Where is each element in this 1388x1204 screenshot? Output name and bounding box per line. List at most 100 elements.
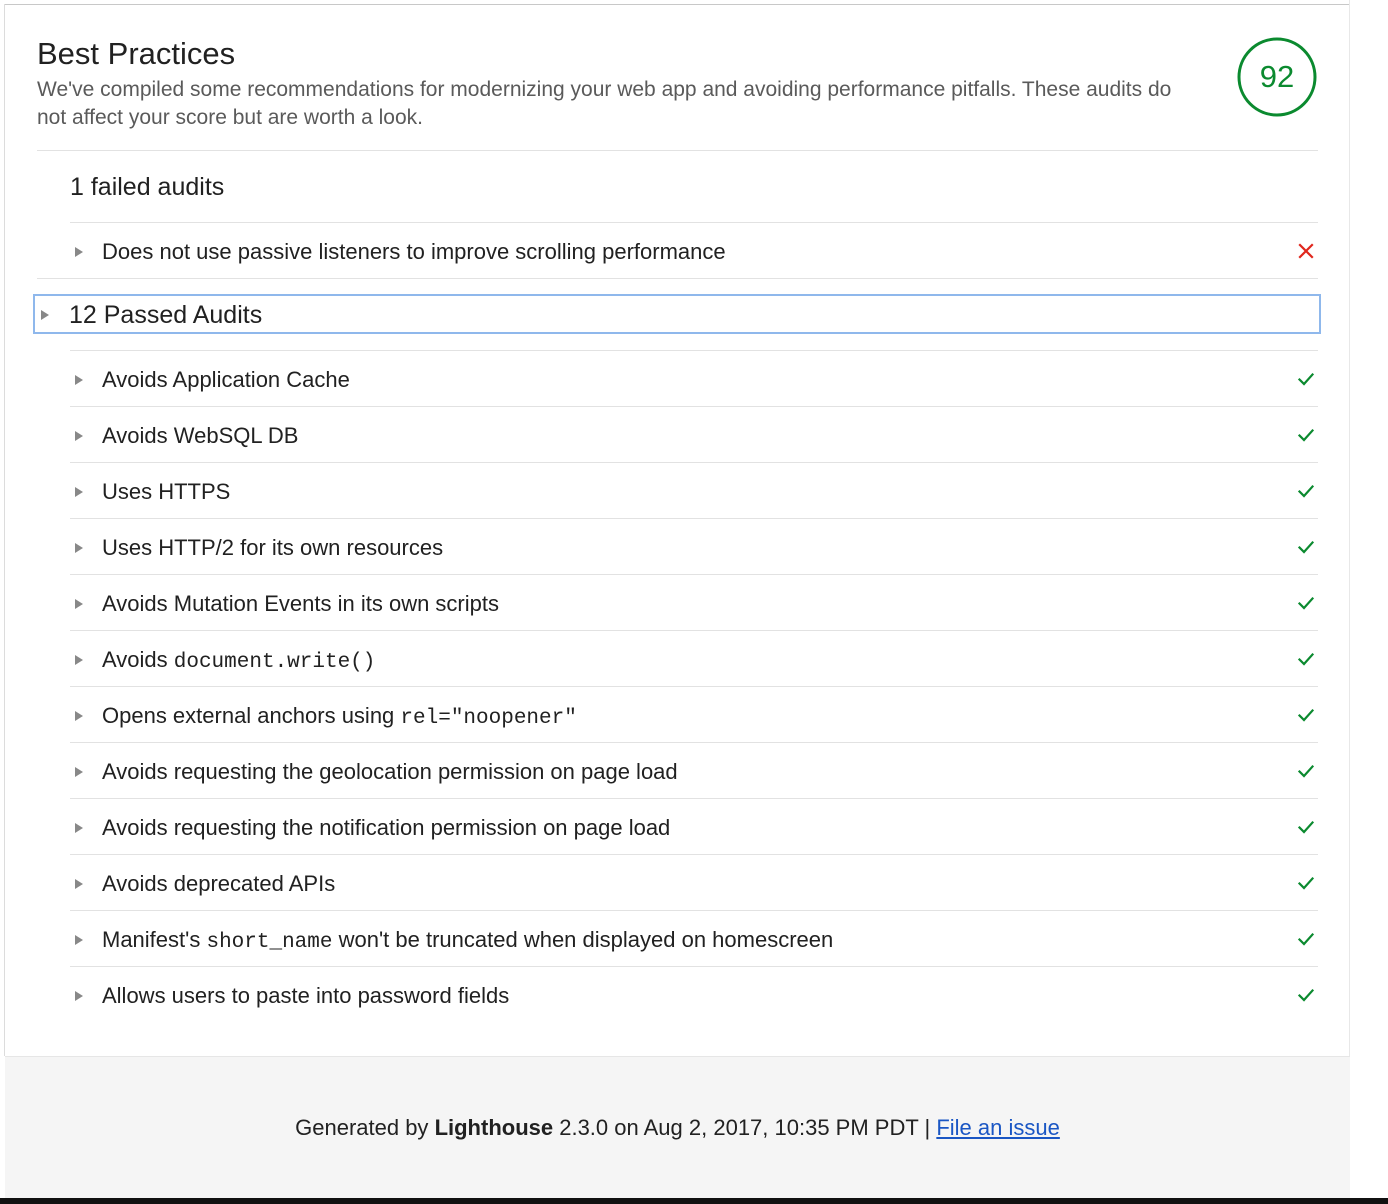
audit-title: Allows users to paste into password fiel… [102,968,509,1024]
audit-title-text: won't be truncated when displayed on hom… [332,927,834,952]
passed-audit-row[interactable]: Avoids Application Cache [70,352,1318,408]
passed-audit-row[interactable]: Avoids requesting the notification permi… [70,800,1318,856]
audit-title-text: Manifest's [102,927,207,952]
passed-audit-row[interactable]: Avoids requesting the geolocation permis… [70,744,1318,800]
audit-title-text: Allows users to paste into password fiel… [102,983,510,1008]
audit-title: Avoids requesting the geolocation permis… [102,744,678,800]
expand-triangle-icon [70,576,90,632]
header-divider [37,150,1318,151]
expand-triangle-icon [70,632,90,688]
failed-audits-heading: 1 failed audits [70,173,225,201]
row-divider [70,798,1318,799]
passed-audit-row[interactable]: Avoids WebSQL DB [70,408,1318,464]
audit-title-text: Avoids requesting the notification permi… [102,815,671,840]
expand-triangle-icon [70,464,90,520]
row-divider [70,966,1318,967]
check-icon [1297,706,1315,724]
row-divider [70,854,1318,855]
lighthouse-report: Best Practices We've compiled some recom… [0,0,1388,1204]
audit-title-text: Avoids WebSQL DB [102,423,299,448]
audit-title: Uses HTTP/2 for its own resources [102,520,443,576]
row-divider [70,574,1318,575]
audit-title-text: Opens external anchors using [102,703,401,728]
footer-suffix: 2.3.0 on Aug 2, 2017, 10:35 PM PDT | [553,1115,937,1140]
right-gutter [1350,0,1388,1204]
passed-audit-row[interactable]: Avoids deprecated APIs [70,856,1318,912]
check-icon [1297,370,1315,388]
row-divider [70,462,1318,463]
row-divider [70,910,1318,911]
audit-title: Avoids document.write() [102,632,375,691]
audit-title-text: Avoids Mutation Events in its own script… [102,591,499,616]
check-icon [1297,594,1315,612]
expand-triangle-icon [70,856,90,912]
row-divider [70,630,1318,631]
check-icon [1297,986,1315,1004]
expand-triangle-icon [70,520,90,576]
passed-audits-toggle[interactable]: 12 Passed Audits [33,294,1321,334]
expand-triangle-icon [70,224,90,280]
audit-title-code: rel="noopener" [400,707,577,730]
section-title: Best Practices [37,36,236,71]
check-icon [1297,650,1315,668]
top-divider [4,4,1350,5]
check-icon [1297,762,1315,780]
failed-audit-row[interactable]: Does not use passive listeners to improv… [70,224,1318,280]
audit-title: Does not use passive listeners to improv… [102,239,726,264]
failed-group-divider [37,278,1318,279]
score-gauge: 92 [1237,37,1317,117]
section-description: We've compiled some recommendations for … [37,78,1172,129]
row-divider [70,686,1318,687]
audit-title-text: Avoids requesting the geolocation permis… [102,759,678,784]
score-value: 92 [1259,59,1295,94]
expand-triangle-icon [70,408,90,464]
expand-triangle-icon [70,352,90,408]
expand-triangle-icon [70,968,90,1024]
audit-title: Uses HTTPS [102,464,230,520]
check-icon [1297,426,1315,444]
row-divider [70,742,1318,743]
audit-title: Avoids requesting the notification permi… [102,800,670,856]
footer: Generated by Lighthouse 2.3.0 on Aug 2, … [5,1056,1350,1198]
audit-title: Manifest's short_name won't be truncated… [102,912,833,971]
audit-title: Avoids WebSQL DB [102,408,298,464]
failed-heading-divider [70,222,1318,223]
audit-title: Avoids Mutation Events in its own script… [102,576,499,632]
audit-title-text: Avoids [102,647,174,672]
audit-title-code: short_name [206,931,333,954]
row-divider [70,350,1318,351]
passed-audit-row[interactable]: Allows users to paste into password fiel… [70,968,1318,1024]
footer-text: Generated by Lighthouse 2.3.0 on Aug 2, … [5,1113,1350,1143]
check-icon [1297,930,1315,948]
passed-audit-row[interactable]: Uses HTTP/2 for its own resources [70,520,1318,576]
passed-audit-row[interactable]: Opens external anchors using rel="noopen… [70,688,1318,744]
expand-triangle-icon [70,744,90,800]
bottom-bar [0,1198,1388,1204]
check-icon [1297,874,1315,892]
audit-title: Avoids Application Cache [102,352,350,408]
passed-audit-row[interactable]: Manifest's short_name won't be truncated… [70,912,1318,968]
passed-audits-heading: 12 Passed Audits [69,301,263,329]
passed-audit-row[interactable]: Avoids document.write() [70,632,1318,688]
audit-title-text: Uses HTTPS [102,479,231,504]
check-icon [1297,818,1315,836]
cross-icon [1297,242,1315,260]
check-icon [1297,482,1315,500]
audit-title: Avoids deprecated APIs [102,856,335,912]
audit-title-code: document.write() [173,651,376,674]
audit-title-text: Avoids Application Cache [102,367,350,392]
triangle-right-icon [41,310,49,320]
row-divider [70,406,1318,407]
passed-audit-row[interactable]: Uses HTTPS [70,464,1318,520]
expand-triangle-icon [70,912,90,968]
check-icon [1297,538,1315,556]
passed-audit-row[interactable]: Avoids Mutation Events in its own script… [70,576,1318,632]
audit-title: Opens external anchors using rel="noopen… [102,688,577,747]
expand-triangle-icon [70,800,90,856]
left-divider [4,4,5,1056]
expand-triangle-icon [70,688,90,744]
footer-prefix: Generated by [295,1115,435,1140]
footer-product: Lighthouse [434,1115,554,1140]
audit-title-text: Avoids deprecated APIs [102,871,336,896]
file-issue-link[interactable]: File an issue [936,1115,1060,1140]
